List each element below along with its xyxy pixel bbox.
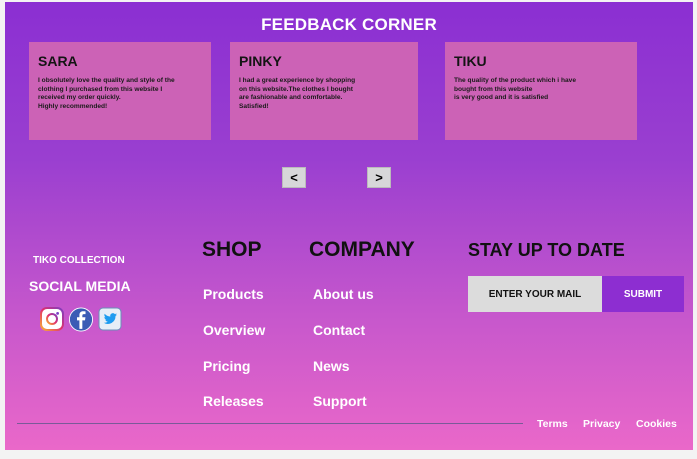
shop-heading: SHOP xyxy=(202,238,262,261)
link-releases[interactable]: Releases xyxy=(203,393,264,409)
social-media-title: SOCIAL MEDIA xyxy=(29,278,131,294)
link-news[interactable]: News xyxy=(313,358,350,374)
submit-button[interactable]: SUBMIT xyxy=(602,276,684,312)
instagram-icon[interactable] xyxy=(40,307,64,331)
feedback-title: FEEDBACK CORNER xyxy=(261,15,437,34)
facebook-icon[interactable] xyxy=(69,307,93,331)
link-terms[interactable]: Terms xyxy=(537,418,568,430)
link-products[interactable]: Products xyxy=(203,286,264,302)
feedback-card-pinky: PINKY I had a great experience by shoppi… xyxy=(230,42,418,140)
link-pricing[interactable]: Pricing xyxy=(203,358,250,374)
next-button[interactable]: > xyxy=(367,167,391,188)
feedback-card-tiku: TIKU The quality of the product which i … xyxy=(445,42,637,140)
card-name: PINKY xyxy=(239,53,282,69)
card-text: I had a great experience by shopping on … xyxy=(239,77,356,111)
page: FEEDBACK CORNER SARA I obsolutely love t… xyxy=(5,2,693,450)
link-contact[interactable]: Contact xyxy=(313,322,365,338)
card-text: The quality of the product which i have … xyxy=(454,77,576,102)
card-name: TIKU xyxy=(454,53,487,69)
link-about-us[interactable]: About us xyxy=(313,286,374,302)
link-privacy[interactable]: Privacy xyxy=(583,418,620,430)
company-heading: COMPANY xyxy=(309,238,415,261)
footer-divider xyxy=(17,423,523,424)
social-icons xyxy=(40,307,122,331)
card-name: SARA xyxy=(38,53,78,69)
email-input[interactable] xyxy=(468,276,602,312)
link-cookies[interactable]: Cookies xyxy=(636,418,677,430)
brand-name: TIKO COLLECTION xyxy=(33,255,125,266)
feedback-card-sara: SARA I obsolutely love the quality and s… xyxy=(29,42,211,140)
twitter-icon[interactable] xyxy=(98,307,122,331)
link-support[interactable]: Support xyxy=(313,393,367,409)
link-overview[interactable]: Overview xyxy=(203,322,265,338)
newsletter-heading: STAY UP TO DATE xyxy=(468,240,625,260)
card-text: I obsolutely love the quality and style … xyxy=(38,77,175,111)
prev-button[interactable]: < xyxy=(282,167,306,188)
